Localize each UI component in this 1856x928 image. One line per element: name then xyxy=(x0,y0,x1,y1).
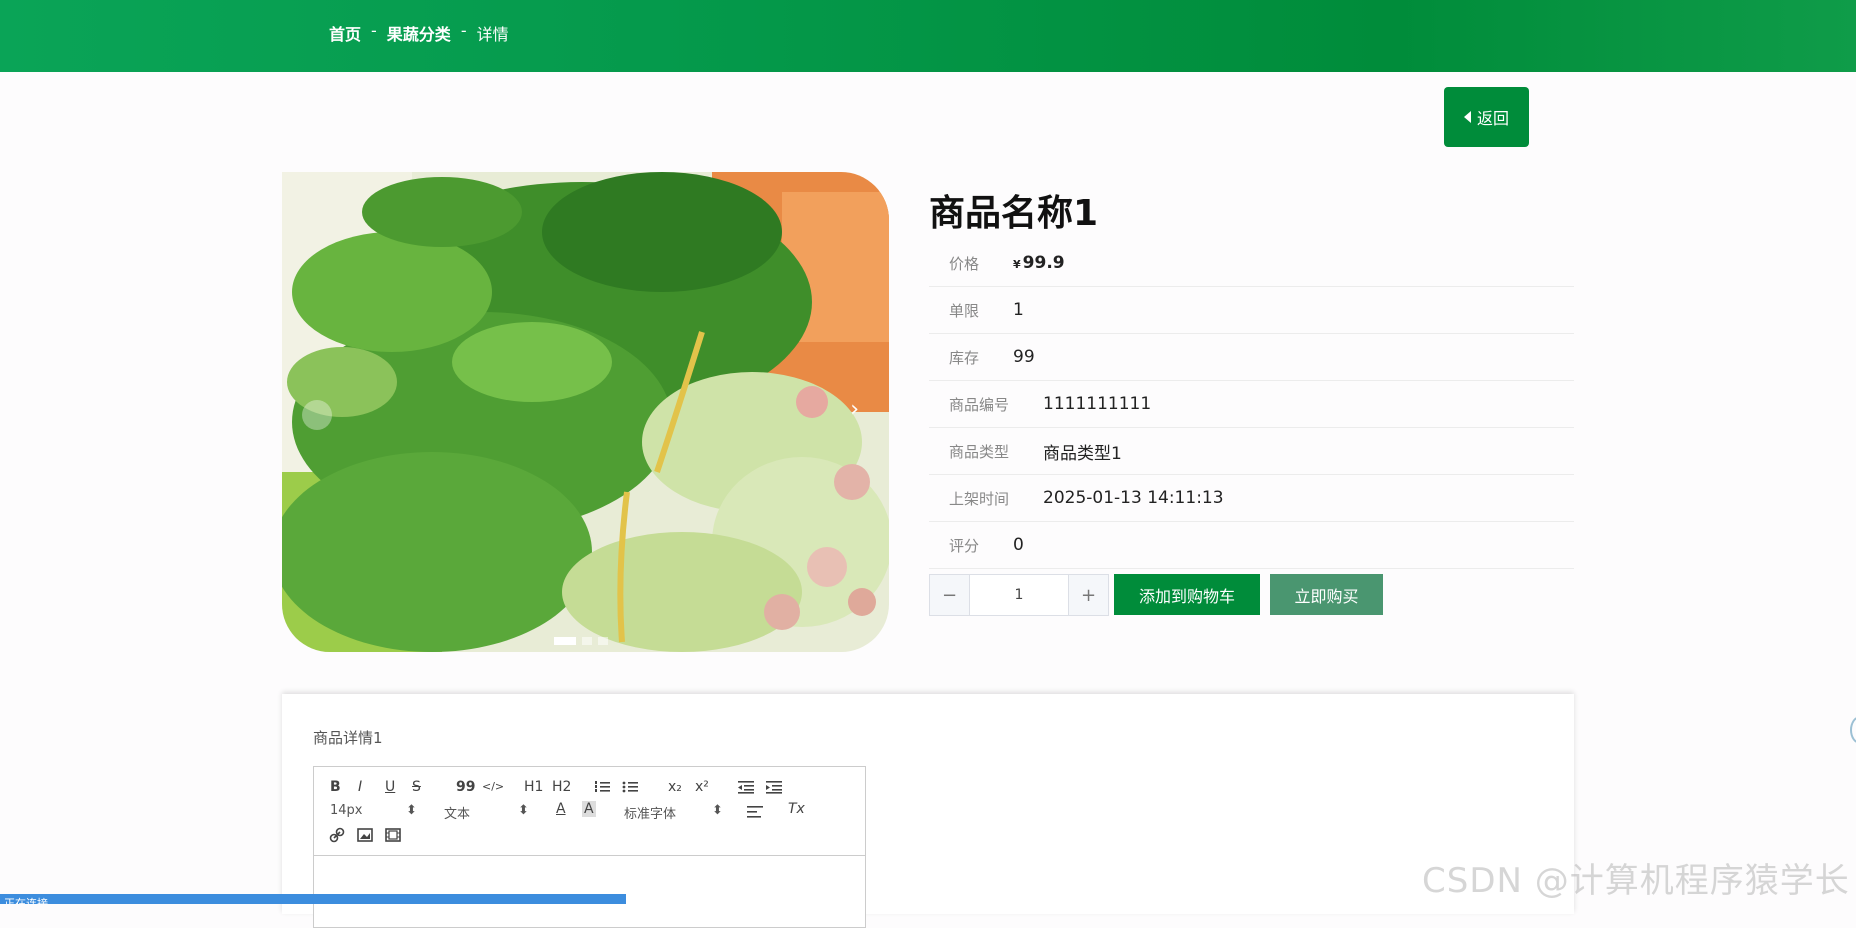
font-family-caret-icon: ⬍ xyxy=(712,803,723,818)
font-color-icon[interactable]: A xyxy=(556,801,566,817)
type-label: 商品类型 xyxy=(949,442,1010,461)
price-label: 价格 xyxy=(949,254,980,273)
carousel-indicators xyxy=(554,637,608,645)
video-icon[interactable] xyxy=(385,828,401,842)
product-image-carousel[interactable]: › xyxy=(282,172,889,652)
breadcrumb: 首页 - 果蔬分类 - 详情 xyxy=(329,21,509,45)
carousel-dot[interactable] xyxy=(598,637,608,645)
info-row-stock: 库存 99 xyxy=(929,334,1574,381)
breadcrumb-separator: - xyxy=(460,21,467,40)
subscript-button[interactable]: x₂ xyxy=(668,779,682,795)
align-left-icon[interactable] xyxy=(747,805,763,819)
limit-label: 单限 xyxy=(949,301,980,320)
side-float-icon[interactable] xyxy=(1850,716,1856,744)
breadcrumb-home[interactable]: 首页 xyxy=(329,21,361,45)
back-button[interactable]: 返回 xyxy=(1444,87,1529,147)
quantity-input[interactable]: 1 xyxy=(969,575,1069,615)
editor-content-area[interactable] xyxy=(314,856,865,926)
product-detail-panel: 商品详情1 B I U S 99 </> H1 H2 x₂ x² 14px ⬍ … xyxy=(282,694,1574,928)
product-title: 商品名称1 xyxy=(929,193,1099,234)
stock-label: 库存 xyxy=(949,348,980,367)
carousel-next-button[interactable]: › xyxy=(850,397,859,422)
rating-label: 评分 xyxy=(949,536,980,555)
time-value: 2025-01-13 14:11:13 xyxy=(1043,488,1224,508)
info-row-type: 商品类型 商品类型1 xyxy=(929,428,1574,475)
info-row-code: 商品编号 1111111111 xyxy=(929,381,1574,428)
breadcrumb-current: 详情 xyxy=(476,25,509,44)
image-icon[interactable] xyxy=(357,828,373,842)
price-amount: 99.9 xyxy=(1022,253,1065,273)
product-info-list: 价格 ¥99.9 单限 1 库存 99 商品编号 1111111111 商品类型… xyxy=(929,240,1574,569)
font-size-caret-icon: ⬍ xyxy=(406,803,417,818)
text-format-select[interactable]: 文本 xyxy=(444,803,470,822)
underline-button[interactable]: U xyxy=(385,779,395,795)
detail-label: 商品详情1 xyxy=(313,729,383,747)
background-color-icon[interactable]: A xyxy=(582,801,596,817)
add-to-cart-button[interactable]: 添加到购物车 xyxy=(1114,574,1260,615)
clean-format-button[interactable]: Tx xyxy=(788,801,805,817)
info-row-rating: 评分 0 xyxy=(929,522,1574,569)
buy-now-button[interactable]: 立即购买 xyxy=(1270,574,1383,615)
italic-button[interactable]: I xyxy=(358,779,362,795)
code-value: 1111111111 xyxy=(1043,394,1152,414)
quantity-stepper: − 1 + xyxy=(929,574,1109,616)
watermark: CSDN @计算机程序猿学长 xyxy=(1422,861,1850,901)
caret-left-icon xyxy=(1463,111,1471,123)
breadcrumb-category[interactable]: 果蔬分类 xyxy=(387,21,451,45)
product-image xyxy=(282,172,889,652)
status-bar: 正在连接... xyxy=(0,894,626,904)
price-value: ¥99.9 xyxy=(1013,253,1065,273)
bold-button[interactable]: B xyxy=(330,779,341,795)
type-value: 商品类型1 xyxy=(1043,443,1122,464)
top-header: 首页 - 果蔬分类 - 详情 xyxy=(0,0,1856,72)
stock-value: 99 xyxy=(1013,347,1035,367)
ordered-list-icon[interactable] xyxy=(594,780,610,794)
font-size-select[interactable]: 14px xyxy=(330,803,363,818)
code-label: 商品编号 xyxy=(949,395,1010,414)
back-button-label: 返回 xyxy=(1476,109,1509,128)
carousel-prev-button[interactable] xyxy=(302,400,332,430)
indent-icon[interactable] xyxy=(766,780,782,794)
font-family-select[interactable]: 标准字体 xyxy=(624,803,676,822)
bullet-list-icon[interactable] xyxy=(622,780,638,794)
link-icon[interactable] xyxy=(329,827,345,843)
outdent-icon[interactable] xyxy=(738,780,754,794)
blockquote-button[interactable]: 99 xyxy=(456,779,475,795)
time-label: 上架时间 xyxy=(949,489,1010,508)
breadcrumb-separator: - xyxy=(371,21,377,40)
limit-value: 1 xyxy=(1013,300,1024,320)
quantity-increase-button[interactable]: + xyxy=(1069,575,1108,615)
currency-symbol: ¥ xyxy=(1013,258,1021,271)
header2-button[interactable]: H2 xyxy=(552,779,571,795)
rating-value: 0 xyxy=(1013,535,1024,555)
quantity-decrease-button[interactable]: − xyxy=(930,575,969,615)
info-row-time: 上架时间 2025-01-13 14:11:13 xyxy=(929,475,1574,522)
carousel-dot[interactable] xyxy=(582,637,592,645)
info-row-price: 价格 ¥99.9 xyxy=(929,240,1574,287)
superscript-button[interactable]: x² xyxy=(695,779,709,795)
strike-button[interactable]: S xyxy=(412,779,421,795)
header1-button[interactable]: H1 xyxy=(524,779,543,795)
code-block-button[interactable]: </> xyxy=(482,780,504,793)
info-row-limit: 单限 1 xyxy=(929,287,1574,334)
text-format-caret-icon: ⬍ xyxy=(518,803,529,818)
editor-toolbar: B I U S 99 </> H1 H2 x₂ x² 14px ⬍ 文本 ⬍ A… xyxy=(314,767,865,856)
carousel-dot[interactable] xyxy=(554,637,576,645)
